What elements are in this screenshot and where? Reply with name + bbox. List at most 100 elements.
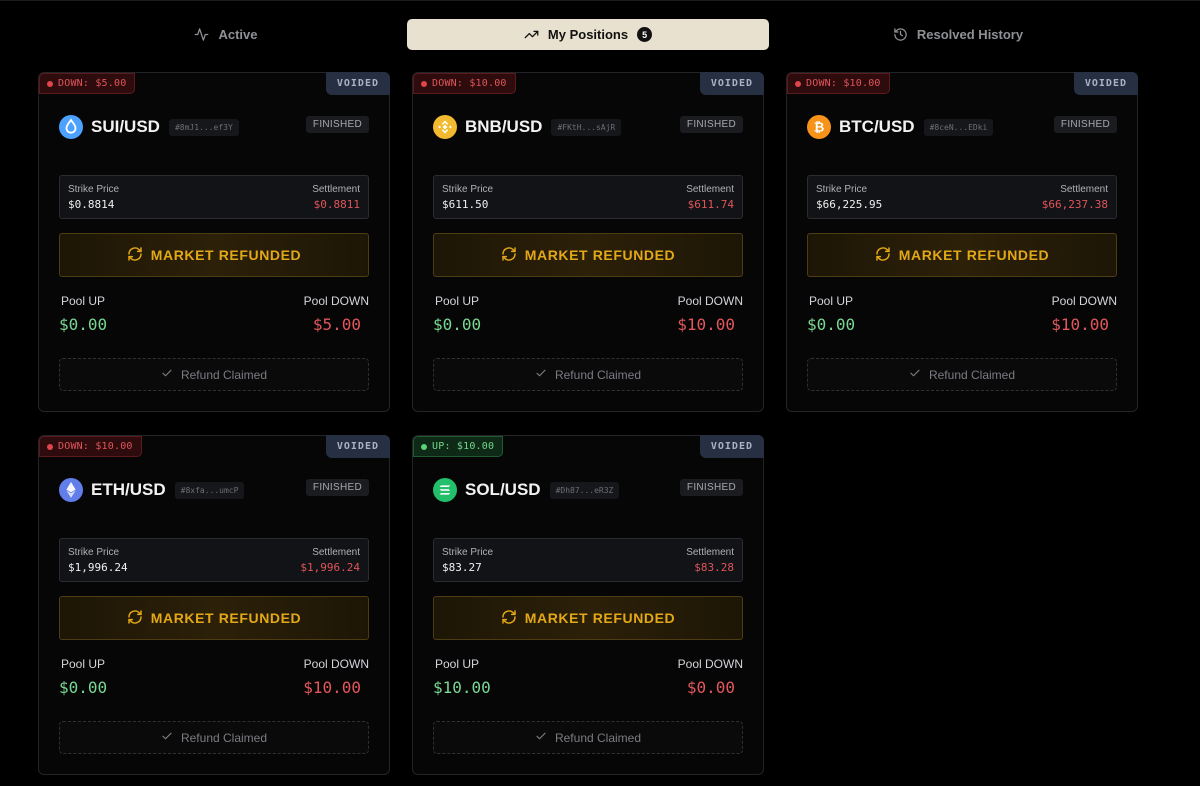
tab-label: My Positions [547,27,629,42]
market-header: BNB/USD #FKtH...sAjR [433,115,622,139]
refund-claimed-button[interactable]: Refund Claimed [433,721,743,754]
claim-text: Refund Claimed [928,367,1016,382]
pool-up-value: $0.00 [59,678,108,697]
check-icon [909,367,921,382]
position-card[interactable]: DOWN: $10.00 VOIDED BNB/USD #FKtH...sAjR… [412,72,764,412]
check-icon [161,730,173,745]
strike-price-value: $0.8814 [68,198,115,211]
market-status-chip: FINISHED [305,479,369,496]
strike-price-label: Strike Price [816,184,868,195]
market-refunded-banner: MARKET REFUNDED [433,233,743,277]
market-header: SOL/USD #Dh87...eR3Z [433,478,620,502]
pool-down-value: $10.00 [303,678,361,697]
pool-down-value: $10.00 [1051,315,1109,334]
pool-down-label: Pool DOWN [1051,294,1117,308]
refund-claimed-button[interactable]: Refund Claimed [807,358,1117,391]
voided-badge: VOIDED [699,435,764,458]
position-card[interactable]: DOWN: $5.00 VOIDED SUI/USD #8mJ1...ef3Y … [38,72,390,412]
pool-down-value: $0.00 [686,678,735,697]
settlement-label: Settlement [686,547,734,558]
market-status-chip: FINISHED [679,479,743,496]
tab-bar: Active My Positions 5 Resolved History [0,19,1200,50]
check-icon [535,367,547,382]
banner-text: MARKET REFUNDED [524,610,676,626]
claim-text: Refund Claimed [554,367,642,382]
banner-text: MARKET REFUNDED [150,247,302,263]
pool-up-value: $10.00 [433,678,491,697]
sui-icon [59,115,83,139]
check-icon [161,367,173,382]
claim-text: Refund Claimed [180,367,268,382]
market-header: SUI/USD #8mJ1...ef3Y [59,115,239,139]
strike-price-value: $611.50 [442,198,489,211]
refund-claimed-button[interactable]: Refund Claimed [433,358,743,391]
price-panel: Strike Price Settlement $0.8814 $0.8811 [59,175,369,219]
position-amount: DOWN: $10.00 [432,78,507,89]
settlement-value: $0.8811 [313,198,360,211]
refresh-icon [875,246,891,265]
btc-icon: ₿ [807,115,831,139]
tab-active[interactable]: Active [46,19,406,50]
position-side-badge: DOWN: $10.00 [787,73,890,94]
pool-down-label: Pool DOWN [303,657,369,671]
market-refunded-banner: MARKET REFUNDED [433,596,743,640]
market-pair: ETH/USD [91,480,166,499]
voided-badge: VOIDED [325,435,390,458]
banner-text: MARKET REFUNDED [150,610,302,626]
strike-price-label: Strike Price [68,184,120,195]
settlement-label: Settlement [312,184,360,195]
side-dot-icon [47,80,53,87]
market-hash[interactable]: #FKtH...sAjR [551,118,622,136]
position-side-badge: DOWN: $5.00 [39,73,136,94]
settlement-value: $83.28 [694,561,734,574]
side-dot-icon [421,443,427,450]
positions-count-badge: 5 [637,27,653,42]
market-hash[interactable]: #8mJ1...ef3Y [168,118,239,136]
refund-claimed-button[interactable]: Refund Claimed [59,358,369,391]
pool-up-label: Pool UP [435,294,480,308]
history-icon [893,27,908,42]
pool-down-label: Pool DOWN [303,294,369,308]
svg-text:₿: ₿ [814,121,825,136]
settlement-label: Settlement [1060,184,1108,195]
market-hash[interactable]: #8xfa...umcP [174,481,245,499]
refresh-icon [501,246,517,265]
position-amount: DOWN: $5.00 [58,78,127,89]
price-panel: Strike Price Settlement $611.50 $611.74 [433,175,743,219]
voided-badge: VOIDED [325,72,390,95]
position-card[interactable]: DOWN: $10.00 VOIDED ₿ BTC/USD #8ceN...ED… [786,72,1138,412]
position-side-badge: DOWN: $10.00 [39,436,142,457]
tab-label: Resolved History [916,27,1024,42]
claim-text: Refund Claimed [180,730,268,745]
pool-up-value: $0.00 [807,315,856,334]
tab-my-positions[interactable]: My Positions 5 [407,19,769,50]
market-hash[interactable]: #Dh87...eR3Z [549,481,620,499]
market-pair: BNB/USD [465,117,543,136]
settlement-value: $1,996.24 [300,561,360,574]
refund-claimed-button[interactable]: Refund Claimed [59,721,369,754]
price-panel: Strike Price Settlement $66,225.95 $66,2… [807,175,1117,219]
side-dot-icon [421,80,427,87]
position-card[interactable]: UP: $10.00 VOIDED SOL/USD #Dh87...eR3Z F… [412,435,764,775]
eth-icon [59,478,83,502]
position-amount: DOWN: $10.00 [58,441,133,452]
pool-down-value: $5.00 [312,315,361,334]
top-divider [0,0,1200,1]
market-hash[interactable]: #8ceN...EDki [923,118,994,136]
side-dot-icon [47,443,53,450]
market-refunded-banner: MARKET REFUNDED [807,233,1117,277]
position-card[interactable]: DOWN: $10.00 VOIDED ETH/USD #8xfa...umcP… [38,435,390,775]
market-refunded-banner: MARKET REFUNDED [59,233,369,277]
banner-text: MARKET REFUNDED [898,247,1050,263]
market-pair: SOL/USD [465,480,541,499]
strike-price-value: $83.27 [442,561,482,574]
settlement-value: $66,237.38 [1041,198,1108,211]
settlement-label: Settlement [312,547,360,558]
position-side-badge: DOWN: $10.00 [413,73,516,94]
strike-price-label: Strike Price [68,547,120,558]
tab-resolved-history[interactable]: Resolved History [770,19,1146,50]
strike-price-label: Strike Price [442,184,494,195]
refresh-icon [127,609,143,628]
claim-text: Refund Claimed [554,730,642,745]
pool-down-label: Pool DOWN [677,657,743,671]
